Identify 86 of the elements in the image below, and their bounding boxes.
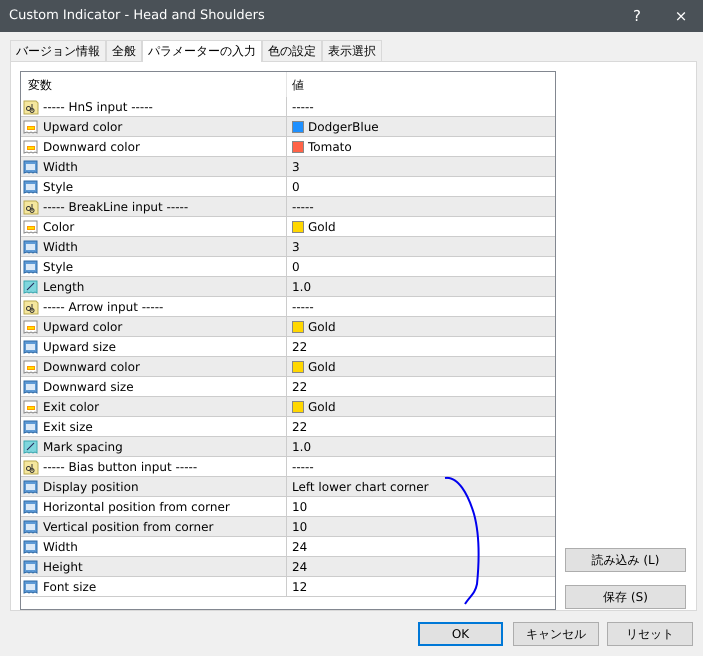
tab[interactable]: 全般 (106, 40, 142, 61)
parameter-value: 12 (292, 578, 308, 596)
parameter-value: 0 (292, 178, 300, 196)
parameter-name: Exit size (43, 418, 93, 436)
parameter-name: Exit color (43, 398, 100, 416)
integer-icon (23, 178, 39, 194)
parameter-name: Color (43, 218, 74, 236)
parameter-value: DodgerBlue (308, 118, 379, 136)
parameter-value: 3 (292, 158, 300, 176)
parameter-name: Length (43, 278, 84, 296)
parameter-value: Gold (308, 218, 336, 236)
dialog-button[interactable]: リセット (607, 622, 693, 646)
parameter-name: Downward color (43, 138, 140, 156)
parameter-name: Height (43, 558, 83, 576)
save-button[interactable]: 保存 (S) (565, 585, 686, 609)
parameter-value: ----- (292, 458, 314, 476)
parameter-name: Font size (43, 578, 96, 596)
parameter-value: 10 (292, 518, 308, 536)
parameter-name: Upward color (43, 118, 122, 136)
parameter-name: Style (43, 258, 74, 276)
help-button[interactable]: ? (615, 0, 659, 32)
parameter-value: 1.0 (292, 438, 312, 456)
parameter-value: 1.0 (292, 278, 312, 296)
integer-icon (23, 578, 39, 594)
parameter-value: Left lower chart corner (292, 478, 429, 496)
integer-icon (23, 478, 39, 494)
parameter-name: Upward color (43, 318, 122, 336)
fraction-icon (23, 438, 39, 454)
color-icon (23, 138, 39, 154)
parameter-value: ----- (292, 298, 314, 316)
integer-icon (23, 418, 39, 434)
parameter-value: Tomato (308, 138, 352, 156)
parameter-value: 24 (292, 558, 308, 576)
column-header: 変数 (28, 76, 52, 94)
parameter-value: ----- (292, 198, 314, 216)
color-icon (23, 118, 39, 134)
parameter-name: Mark spacing (43, 438, 123, 456)
color-icon (23, 358, 39, 374)
parameter-name: Width (43, 538, 78, 556)
integer-icon (23, 338, 39, 354)
load-button[interactable]: 読み込み (L) (565, 548, 686, 572)
parameter-name: Width (43, 238, 78, 256)
parameter-value: 10 (292, 498, 308, 516)
fraction-icon (23, 278, 39, 294)
integer-icon (23, 378, 39, 394)
parameter-value: 24 (292, 538, 308, 556)
color-icon (23, 398, 39, 414)
window-title: Custom Indicator - Head and Shoulders (8, 7, 266, 26)
tab[interactable]: 色の設定 (262, 40, 322, 61)
parameter-value: 22 (292, 378, 308, 396)
parameter-name: ----- Bias button input ----- (43, 458, 198, 476)
parameter-value: 3 (292, 238, 300, 256)
parameter-name: Display position (43, 478, 139, 496)
column-header: 値 (292, 76, 304, 94)
tab[interactable]: バージョン情報 (10, 40, 106, 61)
parameter-value: Gold (308, 318, 336, 336)
dialog-button[interactable]: OK (418, 622, 503, 646)
tab[interactable]: パラメーターの入力 (142, 40, 262, 62)
dialog-button[interactable]: キャンセル (513, 622, 599, 646)
parameter-value: Gold (308, 358, 336, 376)
tab[interactable]: 表示選択 (322, 40, 382, 61)
parameter-name: Downward color (43, 358, 140, 376)
parameter-name: Horizontal position from corner (43, 498, 230, 516)
integer-icon (23, 158, 39, 174)
parameter-name: Downward size (43, 378, 134, 396)
integer-icon (23, 518, 39, 534)
integer-icon (23, 498, 39, 514)
integer-icon (23, 538, 39, 554)
parameter-name: Vertical position from corner (43, 518, 214, 536)
integer-icon (23, 258, 39, 274)
parameter-name: Upward size (43, 338, 116, 356)
parameter-name: ----- BreakLine input ----- (43, 198, 188, 216)
close-button[interactable]: × (659, 0, 703, 32)
parameter-value: 0 (292, 258, 300, 276)
parameter-name: ----- Arrow input ----- (43, 298, 164, 316)
integer-icon (23, 558, 39, 574)
parameter-name: Width (43, 158, 78, 176)
parameter-value: Gold (308, 398, 336, 416)
color-icon (23, 318, 39, 334)
parameter-value: 22 (292, 418, 308, 436)
parameter-value: 22 (292, 338, 308, 356)
parameter-name: ----- HnS input ----- (43, 98, 153, 116)
integer-icon (23, 238, 39, 254)
parameter-name: Style (43, 178, 74, 196)
parameter-value: ----- (292, 98, 314, 116)
color-icon (23, 218, 39, 234)
